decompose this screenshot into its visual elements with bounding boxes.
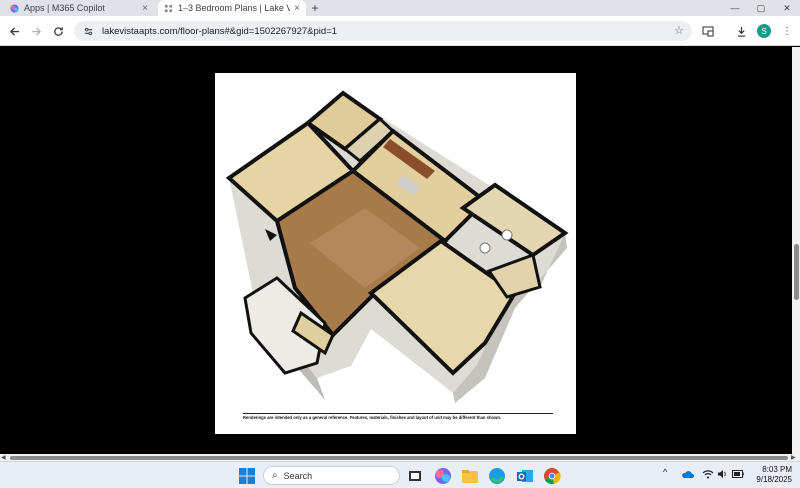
horizontal-scrollbar-thumb[interactable] xyxy=(10,455,788,460)
taskbar-clock[interactable]: 8:03 PM 9/18/2025 xyxy=(748,465,792,485)
tab-title: 1–3 Bedroom Plans | Lake Vista xyxy=(178,3,291,13)
tab-title: Apps | M365 Copilot xyxy=(24,3,105,13)
vertical-scrollbar-thumb[interactable] xyxy=(793,244,799,300)
profile-avatar[interactable]: S xyxy=(757,24,771,38)
address-bar[interactable]: lakevistaapts.com/floor-plans#&gid=15022… xyxy=(74,21,692,41)
close-window-button[interactable]: ✕ xyxy=(774,0,800,16)
volume-icon[interactable] xyxy=(717,469,727,479)
tab-floor-plans[interactable]: 1–3 Bedroom Plans | Lake Vista × xyxy=(158,0,306,16)
wifi-icon[interactable] xyxy=(702,469,714,479)
file-explorer-icon[interactable] xyxy=(461,467,479,485)
restore-button[interactable]: ▢ xyxy=(748,0,774,16)
onedrive-cloud-icon[interactable] xyxy=(681,469,694,479)
rendering-disclaimer: Renderings are intended only as a genera… xyxy=(243,413,553,420)
tab-m365-copilot[interactable]: Apps | M365 Copilot × xyxy=(4,0,154,16)
page-viewport: Renderings are intended only as a genera… xyxy=(0,47,792,454)
site-info-icon[interactable] xyxy=(82,25,94,37)
site-favicon-icon xyxy=(164,4,173,12)
search-icon: ⌕ xyxy=(272,470,278,481)
tray-expand-icon[interactable]: ^ xyxy=(663,467,667,477)
url-text: lakevistaapts.com/floor-plans#&gid=15022… xyxy=(102,25,338,37)
floor-plan-image[interactable]: Renderings are intended only as a genera… xyxy=(215,73,576,434)
windows-taskbar: ⌕ Search ^ 8:03 PM 9/18/2025 xyxy=(0,461,800,488)
new-tab-button[interactable]: + xyxy=(308,0,322,16)
forward-arrow-icon xyxy=(31,26,41,36)
windows-start-icon[interactable] xyxy=(238,467,256,485)
search-placeholder: Search xyxy=(283,470,313,481)
horizontal-scrollbar[interactable]: ◀ ▶ xyxy=(0,454,800,461)
tab-close-icon[interactable]: × xyxy=(142,3,148,14)
scroll-left-icon[interactable]: ◀ xyxy=(1,454,6,461)
bookmark-star-icon[interactable]: ☆ xyxy=(674,24,684,37)
clock-time: 8:03 PM xyxy=(762,465,792,474)
copilot-icon xyxy=(10,3,19,13)
browser-toolbar: lakevistaapts.com/floor-plans#&gid=15022… xyxy=(0,16,800,46)
battery-icon[interactable] xyxy=(732,470,744,478)
minimize-button[interactable]: — xyxy=(722,0,748,16)
clock-date: 9/18/2025 xyxy=(756,475,792,484)
m365-app-icon[interactable] xyxy=(434,467,452,485)
taskbar-search[interactable]: ⌕ Search xyxy=(263,466,400,485)
chrome-icon[interactable] xyxy=(543,467,561,485)
menu-dots-icon[interactable]: ⋮ xyxy=(779,23,795,39)
scroll-right-icon[interactable]: ▶ xyxy=(791,454,796,461)
tab-close-icon[interactable]: × xyxy=(294,3,300,14)
back-arrow-icon xyxy=(9,26,19,36)
tab-strip: Apps | M365 Copilot × 1–3 Bedroom Plans … xyxy=(0,0,800,16)
floor-plan-rendering xyxy=(225,90,569,403)
back-button[interactable] xyxy=(6,23,22,39)
task-view-icon[interactable] xyxy=(406,467,424,485)
forward-button[interactable] xyxy=(28,23,44,39)
cast-screen-icon[interactable] xyxy=(700,23,716,39)
window-controls: — ▢ ✕ xyxy=(722,0,800,16)
vertical-scrollbar[interactable] xyxy=(792,47,800,454)
reload-icon xyxy=(53,26,63,36)
outlook-icon[interactable] xyxy=(516,467,534,485)
reload-button[interactable] xyxy=(50,23,66,39)
download-icon[interactable] xyxy=(733,23,749,39)
edge-browser-icon[interactable] xyxy=(488,467,506,485)
